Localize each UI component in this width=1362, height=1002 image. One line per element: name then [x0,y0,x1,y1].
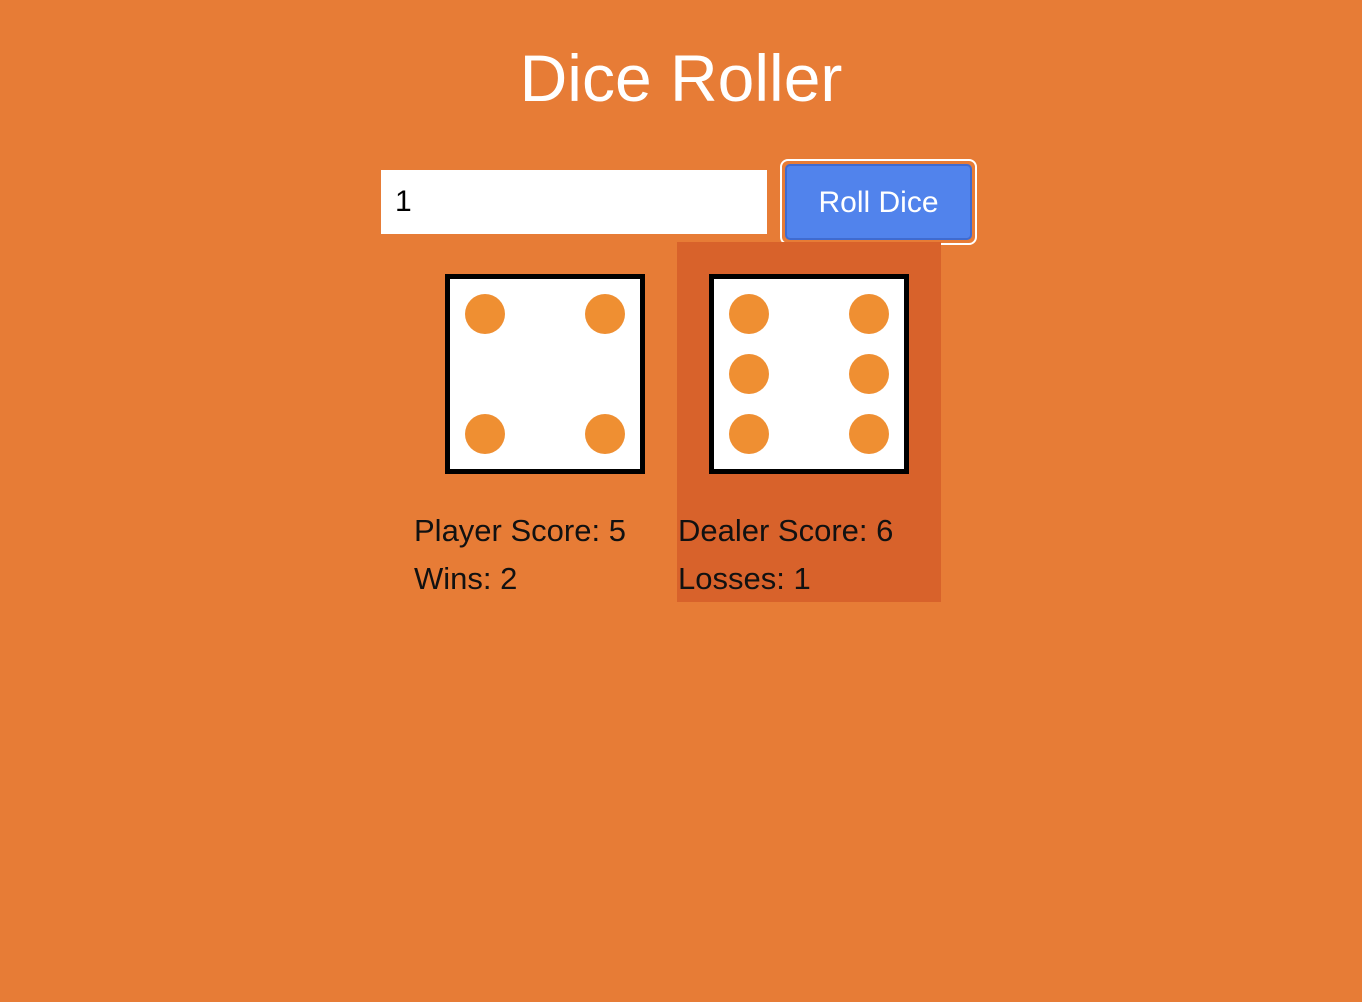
dealer-die [709,274,909,474]
page-title: Dice Roller [519,41,843,115]
player-wins: Wins: 2 [414,561,518,596]
die-pip [729,354,769,394]
dice-count-input[interactable] [381,170,767,234]
dice-roller-app: Dice Roller Roll Dice Player Score: 5 Wi… [0,0,1362,1002]
die-pip [849,354,889,394]
roll-dice-button-label: Roll Dice [785,164,972,240]
die-pip [465,414,505,454]
die-pip [729,294,769,334]
player-score: Player Score: 5 [414,513,626,548]
die-pip [465,294,505,334]
die-pip [849,294,889,334]
die-pip [585,414,625,454]
dealer-score: Dealer Score: 6 [678,513,894,548]
die-pip [585,294,625,334]
die-pip [849,414,889,454]
dealer-losses: Losses: 1 [678,561,811,596]
roll-dice-button[interactable]: Roll Dice [780,159,977,245]
player-die [445,274,645,474]
die-pip [729,414,769,454]
